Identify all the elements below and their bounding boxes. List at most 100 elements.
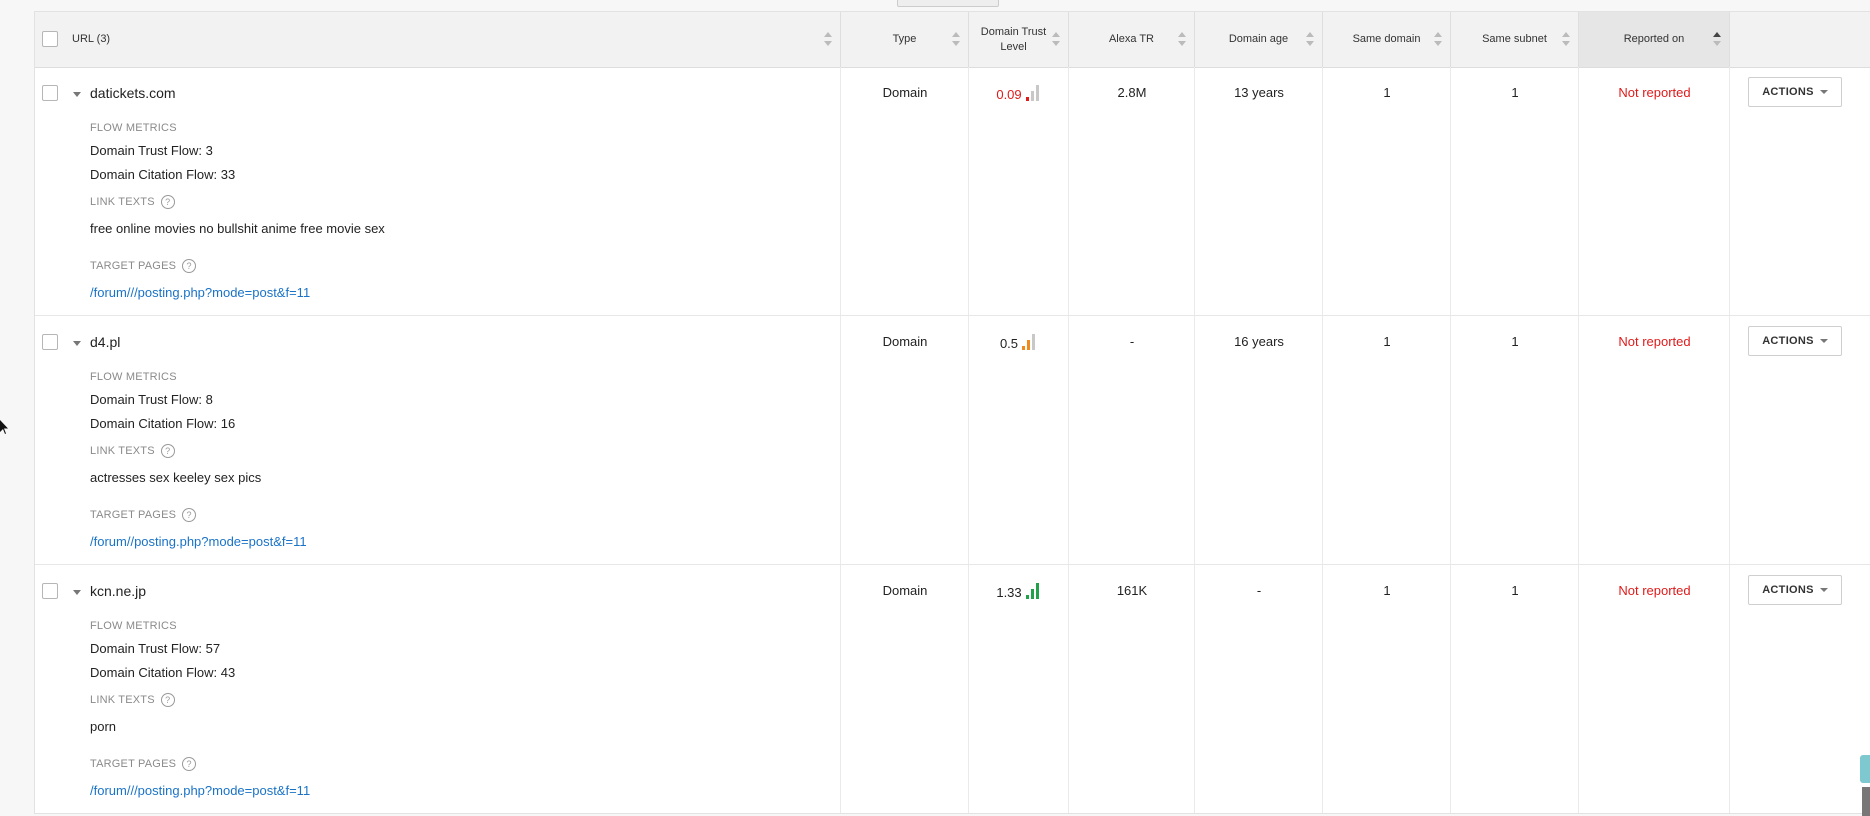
actions-label: ACTIONS (1762, 335, 1814, 347)
link-texts-label: LINK TEXTS (90, 196, 155, 208)
help-icon[interactable]: ? (160, 693, 175, 707)
table-row: datickets.com FLOW METRICS Domain Trust … (35, 67, 1870, 316)
citation-flow: Domain Citation Flow: 33 (90, 167, 236, 182)
same-subnet-value: 1 (1511, 85, 1519, 100)
age-value: 13 years (1234, 85, 1284, 100)
actions-button[interactable]: ACTIONS (1748, 326, 1842, 356)
trust-value: 1.33 (996, 585, 1022, 600)
side-feedback-widget[interactable] (1860, 755, 1870, 783)
actions-column-header (1730, 12, 1870, 67)
trust-flow: Domain Trust Flow: 3 (90, 143, 213, 158)
target-page-link[interactable]: /forum///posting.php?mode=post&f=11 (90, 285, 310, 300)
sort-icon[interactable] (824, 32, 832, 46)
trust-level: 0.09 (969, 85, 1069, 102)
reported-column-header[interactable]: Reported on (1579, 12, 1730, 67)
reported-status: Not reported (1618, 334, 1691, 349)
actions-button[interactable]: ACTIONS (1748, 77, 1842, 107)
help-icon[interactable]: ? (160, 444, 175, 458)
row-checkbox[interactable] (42, 334, 58, 350)
alexa-column-header[interactable]: Alexa TR (1069, 12, 1195, 67)
age-column-header[interactable]: Domain age (1195, 12, 1323, 67)
domain-name[interactable]: d4.pl (90, 334, 120, 350)
alexa-value: - (1129, 334, 1135, 349)
trust-level: 0.5 (969, 334, 1069, 351)
same-subnet-column-header[interactable]: Same subnet (1451, 12, 1579, 67)
top-tab-handle[interactable] (897, 0, 999, 7)
expand-chevron-icon[interactable] (73, 341, 81, 346)
link-texts-section: LINK TEXTS? (90, 195, 175, 209)
sort-icon[interactable] (1052, 32, 1060, 46)
sort-asc-icon[interactable] (1713, 32, 1721, 46)
target-pages-label: TARGET PAGES (90, 509, 177, 521)
select-all-checkbox[interactable] (42, 31, 58, 47)
sort-icon[interactable] (1434, 32, 1442, 46)
row-checkbox[interactable] (42, 85, 58, 101)
reported-status: Not reported (1618, 85, 1691, 100)
link-texts-section: LINK TEXTS? (90, 693, 175, 707)
chevron-down-icon (1819, 588, 1828, 592)
url-column-header[interactable]: URL (3) (35, 12, 841, 67)
same-domain-column-header[interactable]: Same domain (1323, 12, 1451, 67)
same-subnet-value: 1 (1511, 583, 1519, 598)
alexa-value: 161K (1116, 583, 1148, 598)
flow-metrics-label: FLOW METRICS (90, 122, 177, 134)
flow-metrics-label: FLOW METRICS (90, 620, 177, 632)
chevron-down-icon (1819, 90, 1828, 94)
same-domain-header-label: Same domain (1352, 33, 1421, 45)
flow-metrics-label: FLOW METRICS (90, 371, 177, 383)
help-icon[interactable]: ? (182, 508, 197, 522)
sort-icon[interactable] (1562, 32, 1570, 46)
target-pages-label: TARGET PAGES (90, 758, 177, 770)
domain-name[interactable]: datickets.com (90, 85, 176, 101)
age-value: - (1256, 583, 1262, 598)
trust-value: 0.5 (999, 336, 1019, 351)
type-value: Domain (882, 583, 928, 598)
target-page-link[interactable]: /forum//posting.php?mode=post&f=11 (90, 534, 307, 549)
actions-label: ACTIONS (1762, 86, 1814, 98)
sort-icon[interactable] (1178, 32, 1186, 46)
expand-chevron-icon[interactable] (73, 92, 81, 97)
sort-icon[interactable] (952, 32, 960, 46)
help-icon[interactable]: ? (182, 259, 197, 273)
target-pages-section: TARGET PAGES? (90, 259, 197, 273)
chevron-down-icon (1819, 339, 1828, 343)
reported-header-label: Reported on (1623, 33, 1685, 45)
trust-bars-icon (1022, 334, 1038, 350)
type-value: Domain (882, 85, 928, 100)
citation-flow: Domain Citation Flow: 16 (90, 416, 236, 431)
actions-label: ACTIONS (1762, 584, 1814, 596)
help-icon[interactable]: ? (182, 757, 197, 771)
type-header-label: Type (892, 33, 917, 45)
same-subnet-header-label: Same subnet (1482, 33, 1547, 45)
expand-chevron-icon[interactable] (73, 590, 81, 595)
target-pages-section: TARGET PAGES? (90, 757, 197, 771)
trust-value: 0.09 (996, 87, 1022, 102)
target-pages-section: TARGET PAGES? (90, 508, 197, 522)
same-domain-value: 1 (1383, 85, 1391, 100)
backlinks-table: URL (3) Type Domain Trust Level Alexa TR… (34, 11, 1870, 814)
trust-level: 1.33 (969, 583, 1069, 600)
actions-button[interactable]: ACTIONS (1748, 575, 1842, 605)
help-icon[interactable]: ? (160, 195, 175, 209)
alexa-value: 2.8M (1117, 85, 1147, 100)
alexa-header-label: Alexa TR (1108, 33, 1155, 45)
link-text: porn (90, 719, 117, 734)
trust-flow: Domain Trust Flow: 8 (90, 392, 213, 407)
mouse-cursor-icon (0, 420, 8, 434)
trust-column-header[interactable]: Domain Trust Level (969, 12, 1069, 67)
domain-name[interactable]: kcn.ne.jp (90, 583, 146, 599)
citation-flow: Domain Citation Flow: 43 (90, 665, 236, 680)
trust-bars-icon (1025, 85, 1042, 101)
row-checkbox[interactable] (42, 583, 58, 599)
target-page-link[interactable]: /forum///posting.php?mode=post&f=11 (90, 783, 310, 798)
table-row: kcn.ne.jp FLOW METRICS Domain Trust Flow… (35, 565, 1870, 813)
reported-status: Not reported (1618, 583, 1691, 598)
age-value: 16 years (1234, 334, 1284, 349)
sort-icon[interactable] (1306, 32, 1314, 46)
url-header-label: URL (3) (72, 33, 111, 45)
type-column-header[interactable]: Type (841, 12, 969, 67)
scrollbar-thumb[interactable] (1862, 787, 1870, 816)
link-texts-label: LINK TEXTS (90, 445, 155, 457)
same-domain-value: 1 (1383, 583, 1391, 598)
same-domain-value: 1 (1383, 334, 1391, 349)
